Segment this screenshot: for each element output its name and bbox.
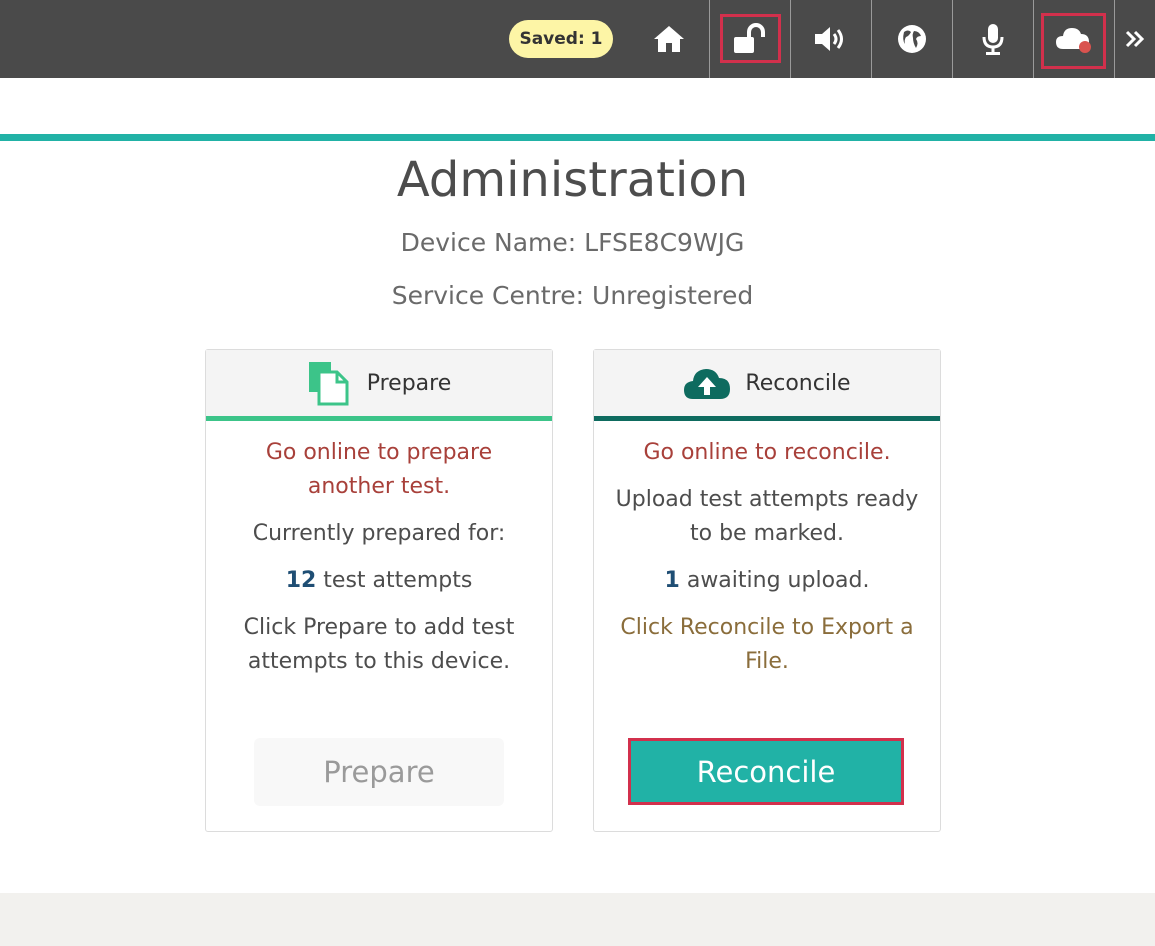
prepare-warning: Go online to prepare another test. xyxy=(265,440,493,499)
microphone-button[interactable] xyxy=(953,0,1033,78)
language-button[interactable] xyxy=(872,0,952,78)
accent-divider xyxy=(0,134,1155,141)
cloud-highlight xyxy=(1041,13,1106,69)
footer xyxy=(0,893,1155,946)
prepared-count-line: 12 test attempts xyxy=(220,564,538,598)
speaker-icon xyxy=(815,27,843,51)
device-name: Device Name: LFSE8C9WJG xyxy=(400,228,745,257)
awaiting-count: 1 xyxy=(664,568,680,593)
cloud-upload-icon xyxy=(684,369,731,399)
awaiting-upload-line: 1 awaiting upload. xyxy=(608,564,926,598)
lock-highlight xyxy=(720,14,781,63)
globe-icon xyxy=(898,25,926,53)
microphone-icon xyxy=(982,24,1004,55)
page-title: Administration xyxy=(396,152,749,208)
prepared-for-label: Currently prepared for: xyxy=(252,521,506,546)
prepare-instruction: Click Prepare to add test attempts to th… xyxy=(243,615,515,674)
reconcile-card-title: Reconcile xyxy=(745,370,851,396)
reconcile-card-header: Reconcile xyxy=(594,350,940,421)
service-centre-label: Service Centre: xyxy=(391,281,585,310)
prepare-card: Prepare Go online to prepare another tes… xyxy=(205,349,553,832)
service-centre-value: Unregistered xyxy=(592,281,754,310)
double-chevron-right-icon xyxy=(1125,30,1145,48)
saved-badge: Saved: 1 xyxy=(509,20,613,58)
prepared-count: 12 xyxy=(285,568,317,593)
reconcile-warning: Go online to reconcile. xyxy=(643,440,891,465)
top-toolbar: Saved: 1 xyxy=(0,0,1155,78)
home-icon xyxy=(654,26,684,52)
prepare-card-header: Prepare xyxy=(206,350,552,421)
more-button[interactable] xyxy=(1115,0,1155,78)
prepare-card-title: Prepare xyxy=(366,370,452,396)
reconcile-card: Reconcile Go online to reconcile. Upload… xyxy=(593,349,941,832)
awaiting-count-suffix: awaiting upload. xyxy=(679,568,870,593)
home-button[interactable] xyxy=(629,0,709,78)
document-icon xyxy=(308,362,349,406)
reconcile-button[interactable]: Reconcile xyxy=(628,738,904,805)
audio-button[interactable] xyxy=(791,0,871,78)
prepared-count-suffix: test attempts xyxy=(316,568,473,593)
reconcile-instruction: Click Reconcile to Export a File. xyxy=(620,615,914,674)
reconcile-description: Upload test attempts ready to be marked. xyxy=(615,487,919,546)
service-centre: Service Centre: Unregistered xyxy=(0,281,1145,310)
prepare-button[interactable]: Prepare xyxy=(254,738,504,806)
